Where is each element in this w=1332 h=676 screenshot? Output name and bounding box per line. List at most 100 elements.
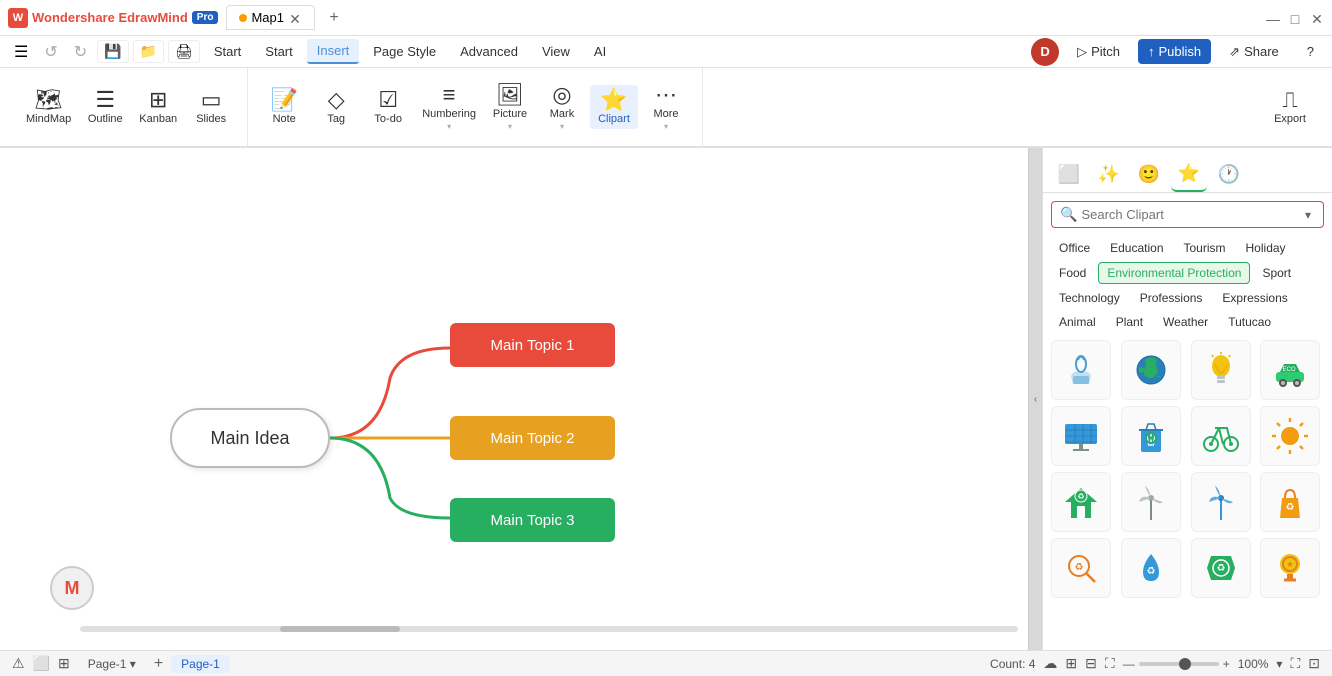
maximize-btn[interactable]: □ (1288, 11, 1302, 25)
topic-1-node[interactable]: Main Topic 1 (450, 323, 615, 367)
mark-btn[interactable]: ◎ Mark ▾ (538, 80, 586, 135)
status-icon-cloud: ☁ (1043, 655, 1057, 672)
cat-weather[interactable]: Weather (1155, 312, 1216, 332)
zoom-control[interactable]: — + (1123, 657, 1230, 671)
clipart-item-wind-turbine2[interactable] (1191, 472, 1251, 532)
hamburger-menu[interactable]: ☰ (8, 40, 34, 64)
topic-2-node[interactable]: Main Topic 2 (450, 416, 615, 460)
cat-expressions[interactable]: Expressions (1214, 288, 1295, 308)
note-btn[interactable]: 📝 Note (260, 85, 308, 129)
zoom-track[interactable] (1139, 662, 1219, 666)
topic-3-node[interactable]: Main Topic 3 (450, 498, 615, 542)
export-btn[interactable]: ⎍ Export (1266, 85, 1314, 129)
topic-3-label: Main Topic 3 (491, 512, 575, 529)
page-selector[interactable]: Page-1 ▾ (78, 655, 146, 673)
horizontal-scrollbar[interactable] (80, 626, 1018, 632)
menu-insert[interactable]: Insert (307, 39, 360, 64)
sidebar-tab-smart[interactable]: ✨ (1091, 156, 1127, 192)
clipart-item-eco-car[interactable]: ECO (1260, 340, 1320, 400)
clipart-item-bulb[interactable] (1191, 340, 1251, 400)
tab-close-btn[interactable]: ✕ (288, 11, 302, 25)
zoom-thumb[interactable] (1179, 658, 1191, 670)
sidebar-tab-emoji[interactable]: 🙂 (1131, 156, 1167, 192)
status-right: Count: 4 ☁ ⊞ ⊟ ⛶ — + 100% ▾ ⛶ ⊡ (990, 655, 1320, 672)
new-tab-btn[interactable]: + (323, 7, 345, 29)
print-btn[interactable]: 🖨 (168, 40, 200, 63)
clipart-search-input[interactable] (1081, 207, 1301, 222)
canvas[interactable]: Main Idea Main Topic 1 Main Topic 2 Main… (0, 148, 1028, 650)
cat-food[interactable]: Food (1051, 262, 1094, 284)
add-page-btn[interactable]: + (154, 655, 163, 673)
clipart-item-earth[interactable] (1121, 340, 1181, 400)
menu-view[interactable]: View (532, 40, 580, 63)
menu-start[interactable]: Start (255, 40, 302, 63)
cat-office[interactable]: Office (1051, 238, 1098, 258)
clipart-item-solar-panel[interactable] (1051, 406, 1111, 466)
kanban-btn[interactable]: ⊞ Kanban (133, 85, 183, 129)
cat-env-protection[interactable]: Environmental Protection (1098, 262, 1250, 284)
clipart-item-eco-award[interactable]: ★ (1260, 538, 1320, 598)
sidebar-tab-clipart[interactable]: ⭐ (1171, 156, 1207, 192)
svg-text:ECO: ECO (1283, 367, 1296, 373)
clipart-item-sun[interactable] (1260, 406, 1320, 466)
clipart-item-eco-label[interactable]: ♻ (1191, 538, 1251, 598)
publish-btn[interactable]: ↑ Publish (1138, 39, 1211, 64)
scrollbar-thumb[interactable] (280, 626, 400, 632)
cat-animal[interactable]: Animal (1051, 312, 1104, 332)
clipart-item-water-drop[interactable]: ♻ (1121, 538, 1181, 598)
sidebar-collapse-arrow[interactable]: ‹ (1028, 148, 1042, 650)
clipart-item-recycle-search[interactable]: ♻ (1051, 538, 1111, 598)
cat-professions[interactable]: Professions (1132, 288, 1211, 308)
forward-btn[interactable]: ↻ (68, 40, 93, 64)
slides-label: Slides (196, 113, 226, 125)
window-controls: — □ ✕ (1266, 11, 1324, 25)
outline-btn[interactable]: ☰ Outline (81, 85, 129, 129)
menu-page-style[interactable]: Page Style (363, 40, 446, 63)
slides-btn[interactable]: ▭ Slides (187, 85, 235, 129)
clipart-item-eco-house[interactable]: ♻ (1051, 472, 1111, 532)
pitch-btn[interactable]: ▷ Pitch (1067, 39, 1130, 65)
close-btn[interactable]: ✕ (1310, 11, 1324, 25)
mindmap-btn[interactable]: 🗺 MindMap (20, 85, 77, 129)
zoom-dropdown[interactable]: ▾ (1276, 657, 1282, 671)
active-page-tab[interactable]: Page-1 (171, 655, 230, 673)
numbering-btn[interactable]: ≡ Numbering ▾ (416, 80, 482, 135)
clipart-btn[interactable]: ⭐ Clipart (590, 85, 638, 129)
clipart-item-eco-bag[interactable]: ♻ (1260, 472, 1320, 532)
clipart-item-bicycle[interactable] (1191, 406, 1251, 466)
clipart-item-wind-turbine1[interactable] (1121, 472, 1181, 532)
menu-advanced[interactable]: Advanced (450, 40, 528, 63)
sidebar-tab-sticker[interactable]: 🕐 (1211, 156, 1247, 192)
minimize-btn[interactable]: — (1266, 11, 1280, 25)
cat-education[interactable]: Education (1102, 238, 1171, 258)
cat-tourism[interactable]: Tourism (1176, 238, 1234, 258)
menu-ai[interactable]: AI (584, 40, 616, 63)
cat-sport[interactable]: Sport (1254, 262, 1299, 284)
share-label: Share (1244, 44, 1279, 59)
tag-btn[interactable]: ◇ Tag (312, 85, 360, 129)
search-icon: 🔍 (1060, 206, 1077, 223)
help-btn[interactable]: ? (1297, 39, 1324, 64)
back-btn[interactable]: ↺ (38, 40, 63, 64)
sidebar-tab-shapes[interactable]: ⬜ (1051, 156, 1087, 192)
save-btn[interactable]: 💾 (97, 40, 128, 63)
map-tab[interactable]: Map1 ✕ (226, 5, 315, 30)
user-avatar[interactable]: D (1031, 38, 1059, 66)
cat-holiday[interactable]: Holiday (1238, 238, 1294, 258)
menu-file[interactable]: Start (204, 40, 251, 63)
zoom-minus-btn[interactable]: — (1123, 657, 1135, 671)
zoom-plus-btn[interactable]: + (1223, 657, 1230, 671)
cat-tutucao[interactable]: Tutucao (1220, 312, 1279, 332)
share-btn[interactable]: ⇗ Share (1219, 39, 1289, 65)
cat-plant[interactable]: Plant (1108, 312, 1151, 332)
cat-technology[interactable]: Technology (1051, 288, 1128, 308)
todo-btn[interactable]: ☑ To-do (364, 85, 412, 129)
open-btn[interactable]: 📁 (133, 40, 164, 63)
main-idea-node[interactable]: Main Idea (170, 408, 330, 468)
picture-btn[interactable]: 🖼 Picture ▾ (486, 80, 534, 135)
more-btn[interactable]: ⋯ More ▾ (642, 80, 690, 135)
svg-text:♻: ♻ (1216, 563, 1225, 574)
search-dropdown-btn[interactable]: ▾ (1301, 208, 1315, 222)
clipart-item-eco-bin[interactable] (1121, 406, 1181, 466)
clipart-item-water-hand[interactable] (1051, 340, 1111, 400)
